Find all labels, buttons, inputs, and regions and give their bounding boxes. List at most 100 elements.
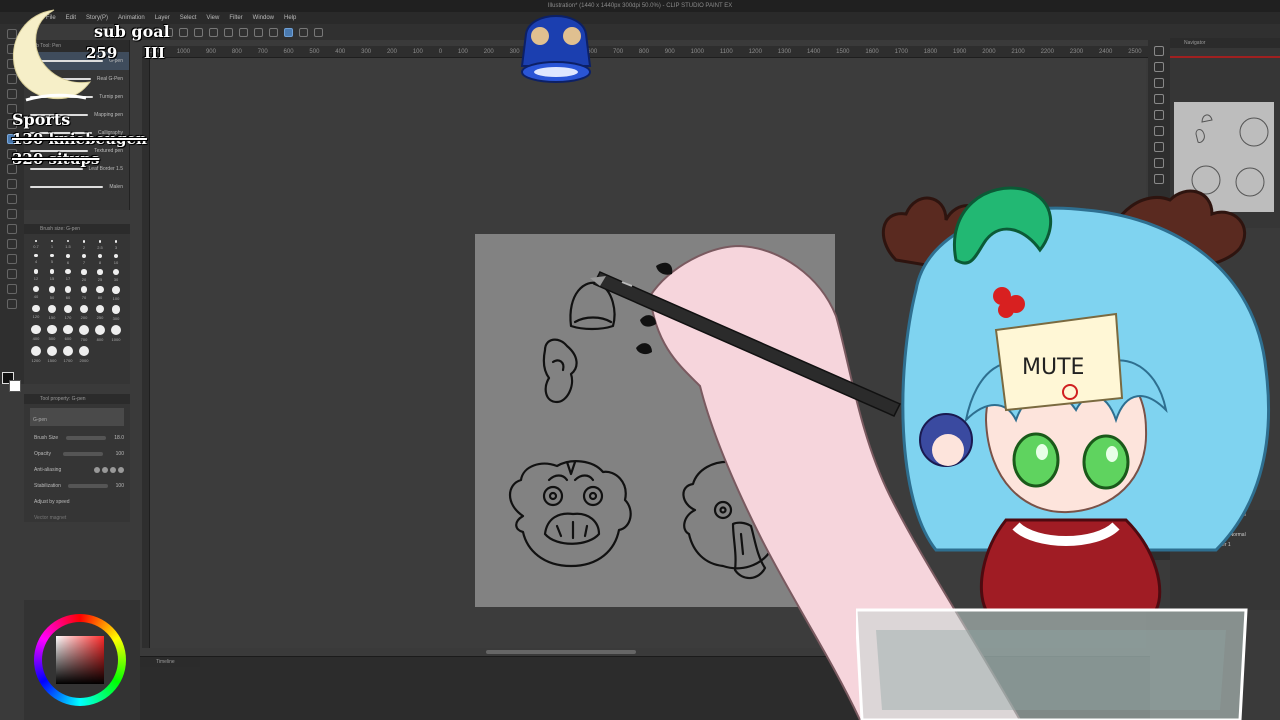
menu-select[interactable]: Select: [180, 12, 197, 24]
brush-size-option[interactable]: 7: [76, 253, 92, 265]
brush-size-option[interactable]: 400: [28, 324, 44, 342]
text-tool-icon[interactable]: [7, 299, 17, 309]
layer-property-icon[interactable]: [1154, 78, 1164, 88]
brush-size-option[interactable]: 150: [44, 304, 60, 321]
material-icon[interactable]: [1154, 62, 1164, 72]
prop-value[interactable]: 100: [116, 483, 124, 489]
open-icon[interactable]: [179, 27, 188, 37]
menu-filter[interactable]: Filter: [229, 12, 242, 24]
brush-size-option[interactable]: 500: [44, 324, 60, 342]
opacity-slider[interactable]: [63, 452, 104, 456]
transform-icon[interactable]: [269, 27, 278, 37]
prop-opacity[interactable]: Opacity 100: [24, 446, 130, 462]
brush-size-option[interactable]: 2000: [76, 345, 92, 363]
clear-icon[interactable]: [239, 27, 248, 37]
brush-item[interactable]: Malen: [24, 178, 129, 196]
brush-size-dot: [113, 269, 119, 276]
brush-size-option[interactable]: 12: [28, 269, 44, 282]
snap-ruler-icon[interactable]: [284, 27, 293, 37]
brush-size-option[interactable]: 1500: [44, 345, 60, 363]
brush-size-option[interactable]: 800: [92, 324, 108, 342]
brush-size-value: 120: [32, 314, 40, 320]
brush-size-option[interactable]: 100: [108, 286, 124, 301]
brush-size-option[interactable]: 1: [44, 240, 60, 250]
menu-window[interactable]: Window: [253, 12, 274, 24]
brush-size-value: 150: [48, 314, 56, 320]
brush-size-option[interactable]: 30: [108, 269, 124, 282]
auto-action-icon[interactable]: [1154, 142, 1164, 152]
brush-size-option[interactable]: 50: [44, 286, 60, 300]
brush-size-option[interactable]: 1.5: [60, 240, 76, 250]
brush-size-option[interactable]: 1200: [28, 345, 44, 363]
brush-size-option[interactable]: 1000: [108, 324, 124, 342]
hue-ring[interactable]: [34, 614, 126, 706]
brush-size-option[interactable]: 0.7: [28, 240, 44, 250]
brush-size-option[interactable]: 250: [92, 304, 108, 321]
saturation-value-square[interactable]: [56, 636, 104, 684]
snap-grid-icon[interactable]: [314, 27, 323, 37]
brush-size-option[interactable]: 200: [76, 304, 92, 321]
brush-size-option[interactable]: 60: [60, 286, 76, 300]
fill-icon[interactable]: [254, 27, 263, 37]
brush-size-option[interactable]: 17: [60, 269, 76, 282]
brush-size-option[interactable]: 25: [92, 269, 108, 282]
brush-size-slider[interactable]: [66, 436, 107, 440]
eraser-tool-icon[interactable]: [7, 194, 17, 204]
stabilization-slider[interactable]: [68, 484, 109, 488]
prop-adjust-speed[interactable]: Adjust by speed: [24, 494, 130, 510]
prop-anti-aliasing[interactable]: Anti-aliasing: [24, 462, 130, 478]
prop-vector-magnet[interactable]: Vector magnet: [24, 510, 130, 526]
figure-tool-icon[interactable]: [7, 254, 17, 264]
gradient-tool-icon[interactable]: [7, 239, 17, 249]
brush-size-option[interactable]: 20: [76, 269, 92, 282]
brush-size-option[interactable]: 2: [76, 240, 92, 250]
sub-color-swatch[interactable]: [9, 380, 21, 392]
prop-value[interactable]: 100: [116, 451, 124, 457]
ruler-tool-icon[interactable]: [7, 284, 17, 294]
save-icon[interactable]: [194, 27, 203, 37]
brush-size-option[interactable]: 5: [44, 253, 60, 265]
brush-preview-label: G-pen: [33, 417, 47, 423]
anti-aliasing-options[interactable]: [94, 467, 124, 473]
fill-tool-icon[interactable]: [7, 224, 17, 234]
item-bank-icon[interactable]: [1154, 158, 1164, 168]
blend-tool-icon[interactable]: [7, 209, 17, 219]
brush-size-option[interactable]: 3: [108, 240, 124, 250]
frame-tool-icon[interactable]: [7, 269, 17, 279]
ruler-tick-label: 1900: [952, 49, 967, 55]
menu-help[interactable]: Help: [284, 12, 296, 24]
brush-size-option[interactable]: 6: [60, 253, 76, 265]
snap-special-icon[interactable]: [299, 27, 308, 37]
prop-stabilization[interactable]: Stabilization 100: [24, 478, 130, 494]
close-icon[interactable]: [1154, 94, 1164, 104]
history-icon[interactable]: [1154, 126, 1164, 136]
brush-size-option[interactable]: 4: [28, 253, 44, 265]
brush-size-option[interactable]: 10: [108, 253, 124, 265]
brush-size-option[interactable]: 600: [60, 324, 76, 342]
undo-icon[interactable]: [209, 27, 218, 37]
brush-size-option[interactable]: 80: [92, 286, 108, 300]
redo-icon[interactable]: [224, 27, 233, 37]
layer-icon[interactable]: [1154, 110, 1164, 120]
brush-size-option[interactable]: 2.5: [92, 240, 108, 250]
prop-value[interactable]: 18.0: [114, 435, 124, 441]
ruler-tick-label: 1000: [176, 49, 191, 55]
airbrush-tool-icon[interactable]: [7, 179, 17, 189]
prop-brush-size[interactable]: Brush Size 18.0: [24, 430, 130, 446]
brush-size-option[interactable]: 700: [76, 324, 92, 342]
menu-view[interactable]: View: [206, 12, 219, 24]
prop-label: Adjust by speed: [34, 499, 70, 505]
ruler-tick-label: 1800: [923, 49, 938, 55]
brush-size-option[interactable]: 40: [28, 286, 44, 300]
brush-size-option[interactable]: 300: [108, 304, 124, 321]
search-icon[interactable]: [1154, 46, 1164, 56]
brush-size-option[interactable]: 15: [44, 269, 60, 282]
sub-goal-label: sub goal: [94, 22, 170, 41]
brush-size-option[interactable]: 170: [60, 304, 76, 321]
situps-goal: 320 situps: [12, 150, 100, 168]
brush-size-option[interactable]: 8: [92, 253, 108, 265]
brush-size-option[interactable]: 1700: [60, 345, 76, 363]
brush-name: Malen: [109, 184, 123, 190]
brush-size-option[interactable]: 120: [28, 304, 44, 321]
brush-size-option[interactable]: 70: [76, 286, 92, 300]
